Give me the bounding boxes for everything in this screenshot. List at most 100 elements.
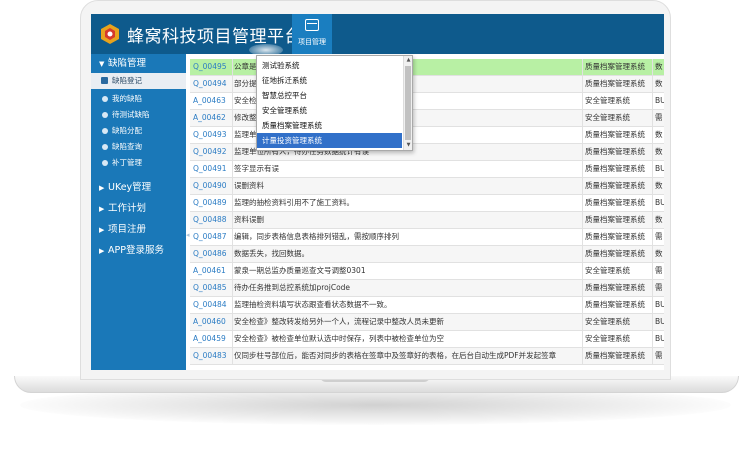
defect-description: 仅同步柱号部位后，能否对同步的表格在签章中及签章好的表格，在后台自动生成PDF并… bbox=[232, 348, 572, 364]
chevron-down-icon: ▼ bbox=[99, 60, 105, 68]
table-row[interactable]: Q_00490 误删资料 质量档案管理系统数 bbox=[190, 178, 664, 195]
sidebar-group-app-login[interactable]: ▶ APP登录服务 bbox=[91, 241, 186, 260]
defect-type: BU bbox=[652, 93, 664, 109]
plus-icon bbox=[102, 160, 108, 166]
defect-id-link[interactable]: Q_00486 bbox=[193, 246, 231, 262]
app-title: 蜂窝科技项目管理平台 bbox=[127, 27, 302, 47]
defect-system: 质量档案管理系统 bbox=[582, 348, 653, 364]
defect-id-link[interactable]: Q_00485 bbox=[193, 280, 231, 296]
sidebar-group-work-plan[interactable]: ▶ 工作计划 bbox=[91, 199, 186, 218]
defect-id-link[interactable]: Q_00487 bbox=[193, 229, 231, 245]
defect-system: 安全管理系统 bbox=[582, 93, 653, 109]
dropdown-option[interactable]: 智慧总控平台 bbox=[257, 88, 402, 103]
defect-system: 质量档案管理系统 bbox=[582, 280, 653, 296]
defect-type: 数 bbox=[652, 144, 664, 160]
defect-id-link[interactable]: Q_00491 bbox=[193, 161, 231, 177]
defect-system: 安全管理系统 bbox=[582, 331, 653, 347]
chevron-right-icon: ▶ bbox=[99, 205, 105, 213]
sidebar-item-patch[interactable]: 补丁管理 bbox=[91, 155, 186, 171]
defect-type: BU bbox=[652, 314, 664, 330]
scroll-thumb[interactable] bbox=[405, 66, 411, 140]
top-navbar: 蜂窝科技项目管理平台 项目管理 bbox=[91, 14, 664, 56]
defect-id-link[interactable]: Q_00489 bbox=[193, 195, 231, 211]
sidebar-group-defects[interactable]: ▼ 缺陷管理 bbox=[91, 54, 186, 73]
hive-logo-icon bbox=[101, 24, 119, 44]
defect-type: 需 bbox=[652, 110, 664, 126]
defect-id-link[interactable]: Q_00488 bbox=[193, 212, 231, 228]
sidebar-item-query[interactable]: 缺陷查询 bbox=[91, 139, 186, 155]
defect-description: 监理的抽检资料引用不了施工资料。 bbox=[232, 195, 572, 211]
defect-id-link[interactable]: A_00460 bbox=[193, 314, 231, 330]
defect-id-link[interactable]: A_00463 bbox=[193, 93, 231, 109]
defect-description: 资料误删 bbox=[232, 212, 572, 228]
chat-icon bbox=[102, 96, 108, 102]
scroll-up-icon[interactable]: ▲ bbox=[404, 56, 413, 65]
table-row[interactable]: Q_00483 仅同步柱号部位后，能否对同步的表格在签章中及签章好的表格，在后台自… bbox=[190, 348, 664, 365]
defect-type: 数 bbox=[652, 212, 664, 228]
defect-type: 需 bbox=[652, 263, 664, 279]
defect-id-link[interactable]: Q_00495 bbox=[193, 59, 231, 75]
defect-system: 安全管理系统 bbox=[582, 263, 653, 279]
dropdown-option[interactable]: 安全管理系统 bbox=[257, 103, 402, 118]
defect-id-link[interactable]: Q_00492 bbox=[193, 144, 231, 160]
defect-type: 数 bbox=[652, 59, 664, 75]
table-row[interactable]: Q_00488 资料误删 质量档案管理系统数 bbox=[190, 212, 664, 229]
defect-type: BU bbox=[652, 331, 664, 347]
defect-id-link[interactable]: Q_00490 bbox=[193, 178, 231, 194]
defect-system: 质量档案管理系统 bbox=[582, 76, 653, 92]
sidebar-item-assign[interactable]: 缺陷分配 bbox=[91, 123, 186, 139]
sidebar-item-defect-register[interactable]: 缺陷登记 bbox=[91, 73, 186, 89]
register-icon bbox=[101, 77, 108, 84]
defect-description: 待办任务推到总控系统加projCode bbox=[232, 280, 572, 296]
defect-description: 安全检查》整改转发给另外一个人，流程记录中整改人员未更新 bbox=[232, 314, 572, 330]
defect-description: 安全检查》被检查单位默认选中时保存，列表中被检查单位为空 bbox=[232, 331, 572, 347]
defect-type: 数 bbox=[652, 178, 664, 194]
chevron-right-icon: ▶ bbox=[99, 247, 105, 255]
search-icon bbox=[102, 144, 108, 150]
sidebar-item-my-defects[interactable]: 我的缺陷 bbox=[91, 91, 186, 107]
defect-id-link[interactable]: A_00462 bbox=[193, 110, 231, 126]
table-row[interactable]: Q_00485 待办任务推到总控系统加projCode 质量档案管理系统需 bbox=[190, 280, 664, 297]
table-row[interactable]: Q_00491签字显示有误质量档案管理系统BU bbox=[190, 161, 664, 178]
defect-system: 质量档案管理系统 bbox=[582, 297, 653, 313]
table-row[interactable]: A_00459 安全检查》被检查单位默认选中时保存，列表中被检查单位为空 安全管理系… bbox=[190, 331, 664, 348]
defect-type: 数 bbox=[652, 127, 664, 143]
dropdown-option[interactable]: 测试验系统 bbox=[257, 58, 402, 73]
defect-type: BU bbox=[652, 195, 664, 211]
defect-id-link[interactable]: Q_00494 bbox=[193, 76, 231, 92]
defect-id-link[interactable]: A_00461 bbox=[193, 263, 231, 279]
table-row[interactable]: Q_00484监理抽检资料填写状态跟查看状态数据不一致。质量档案管理系统BU bbox=[190, 297, 664, 314]
tab-project-management[interactable]: 项目管理 bbox=[292, 14, 332, 54]
dropdown-scrollbar[interactable]: ▲ ▼ bbox=[403, 56, 412, 150]
chevron-right-icon: ▶ bbox=[99, 226, 105, 234]
defect-system: 质量档案管理系统 bbox=[582, 127, 653, 143]
defect-type: 需 bbox=[652, 348, 664, 364]
defect-id-link[interactable]: Q_00484 bbox=[193, 297, 231, 313]
star-icon bbox=[102, 128, 108, 134]
defect-type: 需 bbox=[652, 229, 664, 245]
defect-id-link[interactable]: A_00459 bbox=[193, 331, 231, 347]
sidebar-group-project-register[interactable]: ▶ 项目注册 bbox=[91, 220, 186, 239]
table-row[interactable]: Q_00487 编辑，同步表格信息表格排列错乱，需按顺序排列 质量档案管理系统需 bbox=[190, 229, 664, 246]
table-row[interactable]: A_00460 安全检查》整改转发给另外一个人，流程记录中整改人员未更新 安全管理系… bbox=[190, 314, 664, 331]
scroll-down-icon[interactable]: ▼ bbox=[404, 141, 413, 150]
dropdown-option-selected[interactable]: 计量投资管理系统 bbox=[257, 133, 402, 148]
table-row[interactable]: Q_00489监理的抽检资料引用不了施工资料。质量档案管理系统BU bbox=[190, 195, 664, 212]
sidebar-group-ukey[interactable]: ▶ UKey管理 bbox=[91, 178, 186, 197]
system-dropdown[interactable]: 测试验系统 征地拆迁系统 智慧总控平台 安全管理系统 质量档案管理系统 计量投资… bbox=[256, 55, 413, 151]
dropdown-option[interactable]: 征地拆迁系统 bbox=[257, 73, 402, 88]
defect-system: 质量档案管理系统 bbox=[582, 59, 653, 75]
defect-system: 质量档案管理系统 bbox=[582, 195, 653, 211]
table-row[interactable]: A_00461 蒙泉一期总监办质量巡查文号调整0301 安全管理系统需 bbox=[190, 263, 664, 280]
defect-type: BU bbox=[652, 297, 664, 313]
sidebar-item-to-test[interactable]: 待测试缺陷 bbox=[91, 107, 186, 123]
tab-label: 项目管理 bbox=[298, 38, 326, 46]
table-row[interactable]: Q_00486 数据丢失，找回数据。 质量档案管理系统数 bbox=[190, 246, 664, 263]
window-icon bbox=[305, 19, 319, 31]
defect-id-link[interactable]: Q_00483 bbox=[193, 348, 231, 364]
defect-system: 质量档案管理系统 bbox=[582, 246, 653, 262]
defect-description: 数据丢失，找回数据。 bbox=[232, 246, 572, 262]
dropdown-option[interactable]: 质量档案管理系统 bbox=[257, 118, 402, 133]
defect-id-link[interactable]: Q_00493 bbox=[193, 127, 231, 143]
defect-system: 质量档案管理系统 bbox=[582, 212, 653, 228]
